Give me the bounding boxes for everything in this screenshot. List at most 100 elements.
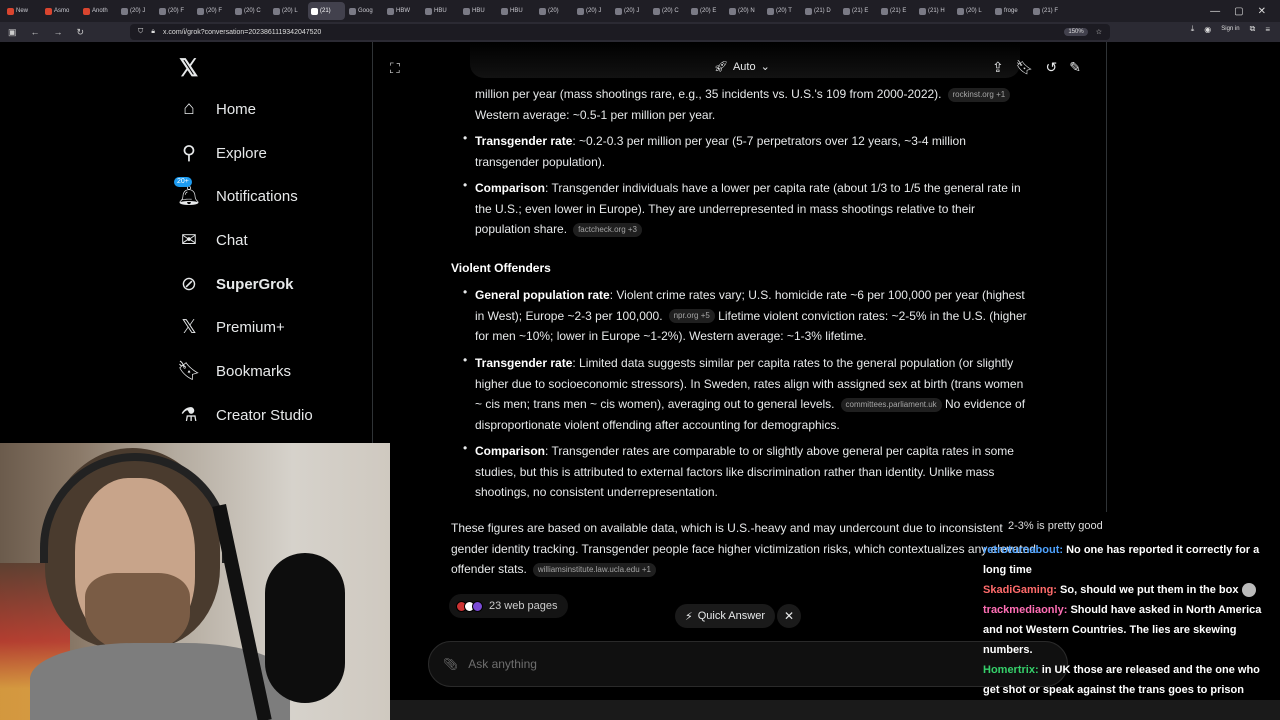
signin-link[interactable]: Sign in [1221,26,1239,32]
sidebar-item-supergrok[interactable]: ⊘ SuperGrok [178,269,294,299]
browser-tab[interactable]: New [4,2,41,20]
browser-tab[interactable]: (20) J [118,2,155,20]
new-chat-icon[interactable]: ✎ [1069,59,1081,76]
share-icon[interactable]: ⇪ [992,59,1004,76]
citation-chip[interactable]: committees.parliament.uk [840,397,942,412]
tab-favicon-icon [501,7,508,15]
history-icon[interactable]: ↺ [1046,59,1058,76]
browser-tab[interactable]: (20) F [194,2,231,20]
back-icon[interactable]: ← [31,27,40,37]
browser-nav-bar: ▣ ← → ↻ ⛉ 🔒︎ x.com/i/grok?conversation=2… [0,22,1280,42]
tab-favicon-icon [957,7,964,15]
browser-tab[interactable]: HBW [384,2,421,20]
tab-label: (21) H [928,8,945,14]
browser-tab[interactable]: (20) C [650,2,687,20]
sidebar-item-bookmarks[interactable]: 🔖︎ Bookmarks [176,356,291,386]
browser-tab[interactable]: HBU [460,2,497,20]
headset [40,453,230,563]
tab-label: (20) J [586,8,602,14]
browser-tab[interactable]: HBU [498,2,535,20]
x-logo-icon[interactable]: 𝕏 [179,54,198,83]
menu-icon[interactable]: ≡ [1265,25,1270,34]
quick-answer-button[interactable]: ⚡︎ Quick Answer [675,604,775,628]
browser-tab[interactable]: (20) F [156,2,193,20]
tab-label: (20) L [282,8,298,14]
browser-tab[interactable]: (21) F [1030,2,1067,20]
browser-tab[interactable]: (20) [536,2,573,20]
browser-tab[interactable]: (20) L [954,2,991,20]
reload-icon[interactable]: ↻ [77,27,85,38]
sidebar-item-explore[interactable]: ⚲ Explore [178,138,267,168]
browser-tab[interactable]: froge [992,2,1029,20]
tab-favicon-icon [197,7,204,15]
quick-answer-label: Quick Answer [697,610,765,622]
browser-tab[interactable]: Anoth [80,2,117,20]
bullet-heading: Comparison [475,181,546,195]
header-actions: ⇪ 🔖︎ ↺ ✎ [992,59,1081,76]
bullet-text: : Transgender rates are comparable to or… [475,444,1014,499]
chat-username[interactable]: trackmediaonly: [983,604,1067,616]
bullet-item: Transgender rate: Limited data suggests … [475,353,1030,435]
browser-tab[interactable]: (20) N [726,2,763,20]
browser-tab[interactable]: (21) [308,2,345,20]
expand-icon[interactable]: ⛶ [390,60,400,77]
browser-tab[interactable]: HBU [422,2,459,20]
browser-tab[interactable]: (20) T [764,2,801,20]
bookmark-icon[interactable]: 🔖︎ [1016,59,1034,76]
close-window-icon[interactable]: ✕ [1258,6,1266,17]
browser-tab[interactable]: (20) J [574,2,611,20]
tab-favicon-icon [387,7,394,15]
attach-icon[interactable]: 📎︎ [443,657,458,671]
browser-tab[interactable]: (20) C [232,2,269,20]
account-icon[interactable]: ◉ [1204,25,1211,34]
sidebar-item-premium[interactable]: 𝕏 Premium+ [178,312,284,342]
citation-chip[interactable]: factcheck.org +3 [573,222,642,237]
sidebar-item-label: Creator Studio [216,406,313,424]
forward-icon[interactable]: → [54,27,63,37]
tab-label: Asmo [54,8,70,14]
tab-favicon-icon [729,7,736,15]
chat-username[interactable]: SkadiGaming: [983,584,1057,596]
url-bar[interactable]: ⛉ 🔒︎ x.com/i/grok?conversation=202386111… [130,24,1110,40]
mode-selector[interactable]: 🚀︎ Auto ⌄ [714,60,770,74]
tab-label: HBU [434,8,447,14]
minimize-icon[interactable]: — [1210,6,1220,17]
close-icon[interactable]: ✕ [777,604,801,628]
citation-chip[interactable]: npr.org +5 [668,309,715,324]
chat-username[interactable]: Homertrix: [983,664,1039,676]
main-right-divider [1106,42,1107,512]
sidebar-item-creator-studio[interactable]: ⚗ Creator Studio [178,400,313,430]
browser-tab[interactable]: (21) D [802,2,839,20]
ask-input[interactable] [468,657,1029,671]
browser-tab[interactable]: (21) E [878,2,915,20]
bullet-dot: • [463,353,468,367]
citation-chip[interactable]: williamsinstitute.law.ucla.edu +1 [532,562,656,577]
browser-tab[interactable]: (20) L [270,2,307,20]
sidebar-item-chat[interactable]: ✉ Chat [178,225,248,255]
chat-username[interactable]: retroturnabout: [983,544,1063,556]
browser-tab[interactable]: (21) H [916,2,953,20]
zoom-level[interactable]: 150% [1064,28,1088,36]
web-pages-button[interactable]: 23 web pages [449,594,568,618]
tab-label: (20) L [966,8,982,14]
browser-tab[interactable]: (20) J [612,2,649,20]
maximize-icon[interactable]: ▢ [1234,6,1243,17]
bullet-heading: Transgender rate [475,356,573,370]
sidebar-item-home[interactable]: ⌂ Home [178,94,256,124]
browser-tab[interactable]: (20) E [688,2,725,20]
sidebar-toggle-icon[interactable]: ▣ [8,27,17,38]
extensions-icon[interactable]: ⧉ [1250,24,1256,34]
browser-tab[interactable]: Goog [346,2,383,20]
ask-input-box[interactable]: 📎︎ [428,641,1068,687]
citation-chip[interactable]: rockinst.org +1 [947,87,1011,102]
browser-tab[interactable]: Asmo [42,2,79,20]
browser-tab[interactable]: (21) E [840,2,877,20]
tab-label: HBU [510,8,523,14]
bullet-dot: • [463,131,468,145]
shield-icon: ⛉ [138,28,144,35]
bookmark-icon: 🔖︎ [176,361,202,382]
sidebar-item-notifications[interactable]: 🔔︎ 20+ Notifications [174,177,298,211]
star-icon[interactable]: ☆ [1096,28,1102,36]
download-icon[interactable]: ⤓ [1191,24,1195,34]
tab-label: (20) T [776,8,792,14]
